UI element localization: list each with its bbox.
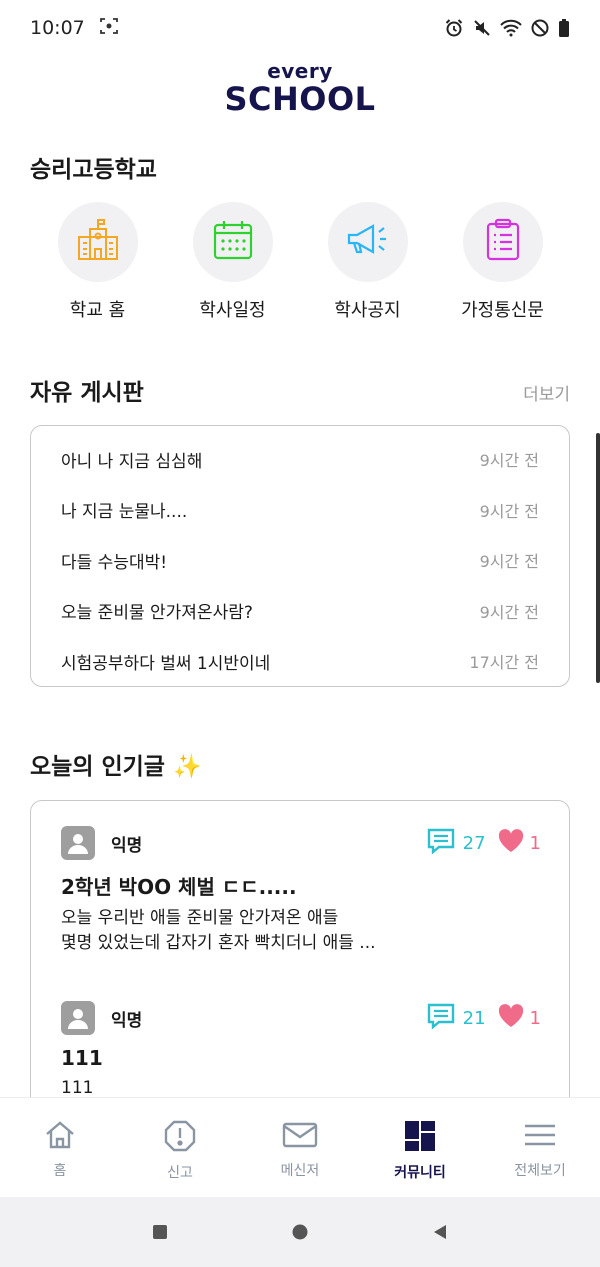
avatar <box>61 1001 95 1035</box>
mail-icon <box>282 1120 318 1154</box>
author-name: 익명 <box>111 835 143 856</box>
quick-item-schedule[interactable]: 학사일정 <box>165 202 300 322</box>
post-time: 9시간 전 <box>479 552 539 572</box>
status-bar: 10:07 <box>0 0 600 56</box>
megaphone-icon <box>345 217 391 267</box>
logo-every: every <box>267 59 333 83</box>
quick-item-newsletter[interactable]: 가정통신문 <box>435 202 570 322</box>
home-icon <box>44 1120 76 1154</box>
alarm-icon <box>444 18 464 38</box>
do-not-disturb-icon <box>530 18 550 38</box>
list-item[interactable]: 시험공부하다 벌써 1시반이네 17시간 전 <box>61 636 539 687</box>
nav-item-messenger[interactable]: 메신저 <box>240 1098 360 1197</box>
post-body-line: 몇명 있었는데 갑자기 혼자 빡치더니 애들 ... <box>61 933 376 953</box>
post-stats: 21 1 <box>427 1003 541 1033</box>
post-stats: 27 1 <box>427 828 541 858</box>
list-item[interactable]: 나 지금 눈물나.... 9시간 전 <box>61 485 539 536</box>
nav-item-community[interactable]: 커뮤니티 <box>360 1098 480 1197</box>
quick-label: 학교 홈 <box>69 300 126 321</box>
nav-label: 메신저 <box>280 1163 320 1179</box>
popular-title: 오늘의 인기글 ✨ <box>30 754 202 780</box>
post-time: 17시간 전 <box>469 653 539 673</box>
comment-icon <box>427 828 455 858</box>
post-title: 나 지금 눈물나.... <box>61 502 188 523</box>
post-title: 2학년 박OO 체벌 ㄷㄷ..... <box>61 875 297 899</box>
scrollbar[interactable] <box>596 433 600 683</box>
quick-item-notice[interactable]: 학사공지 <box>300 202 435 322</box>
heart-icon <box>498 829 524 857</box>
nav-item-report[interactable]: 신고 <box>120 1098 240 1197</box>
calendar-icon <box>210 217 256 267</box>
logo-school: SCHOOL <box>224 80 376 118</box>
alert-icon <box>164 1120 196 1156</box>
avatar <box>61 826 95 860</box>
list-item[interactable]: 아니 나 지금 심심해 9시간 전 <box>61 434 539 485</box>
free-board-list: 아니 나 지금 심심해 9시간 전 나 지금 눈물나.... 9시간 전 다들 … <box>30 425 570 687</box>
back-icon[interactable] <box>420 1212 460 1252</box>
comment-icon <box>427 1003 455 1033</box>
post-time: 9시간 전 <box>479 602 539 622</box>
wifi-icon <box>500 19 522 37</box>
school-name: 승리고등학교 <box>30 157 157 183</box>
recent-apps-icon[interactable] <box>140 1212 180 1252</box>
status-time: 10:07 <box>30 17 85 39</box>
nav-label: 홈 <box>53 1163 67 1179</box>
quick-label: 가정통신문 <box>461 300 544 321</box>
quick-item-school-home[interactable]: 학교 홈 <box>30 202 165 322</box>
home-button-icon[interactable] <box>280 1212 320 1252</box>
nav-label: 신고 <box>167 1165 193 1181</box>
battery-icon <box>558 18 570 38</box>
screenshot-icon <box>99 17 119 40</box>
comment-count: 27 <box>462 832 486 854</box>
post-title: 다들 수능대박! <box>61 552 168 573</box>
free-board-title: 자유 게시판 <box>30 380 144 406</box>
comment-count: 21 <box>462 1007 486 1029</box>
nav-label: 커뮤니티 <box>394 1165 446 1181</box>
post-title: 111 <box>61 1046 103 1070</box>
community-grid-icon <box>404 1120 436 1156</box>
app-logo: every SCHOOL <box>0 60 600 116</box>
post-time: 9시간 전 <box>479 501 539 521</box>
heart-icon <box>498 1004 524 1032</box>
quick-menu: 학교 홈 학사일정 학사공지 가정통신문 <box>30 202 570 322</box>
list-item[interactable]: 오늘 준비물 안가져온사람? 9시간 전 <box>61 586 539 637</box>
mute-icon <box>472 18 492 38</box>
status-icons <box>444 18 570 38</box>
menu-icon <box>523 1120 557 1154</box>
post-body: 오늘 우리반 애들 준비물 안가져온 애들 몇명 있었는데 갑자기 혼자 빡치더… <box>61 906 541 956</box>
post-body-line: 오늘 우리반 애들 준비물 안가져온 애들 <box>61 908 339 928</box>
clipboard-icon <box>480 217 526 267</box>
more-link[interactable]: 더보기 <box>523 380 570 405</box>
nav-label: 전체보기 <box>514 1163 566 1179</box>
bottom-nav: 홈 신고 메신저 커뮤니티 전체보기 <box>0 1097 600 1197</box>
system-nav-bar <box>0 1197 600 1267</box>
popular-post[interactable]: 익명 27 1 2학년 박OO 체벌 ㄷㄷ..... 오늘 우리반 애들 준비물… <box>61 825 541 956</box>
list-item[interactable]: 다들 수능대박! 9시간 전 <box>61 535 539 586</box>
like-count: 1 <box>529 1007 541 1029</box>
nav-item-home[interactable]: 홈 <box>0 1098 120 1197</box>
like-count: 1 <box>529 832 541 854</box>
school-building-icon <box>75 217 121 267</box>
post-title: 시험공부하다 벌써 1시반이네 <box>61 653 271 674</box>
post-title: 오늘 준비물 안가져온사람? <box>61 603 253 624</box>
post-time: 9시간 전 <box>479 451 539 471</box>
quick-label: 학사일정 <box>199 300 266 321</box>
quick-label: 학사공지 <box>334 300 401 321</box>
popular-post[interactable]: 익명 21 1 111 111 <box>61 1000 541 1101</box>
nav-item-all[interactable]: 전체보기 <box>480 1098 600 1197</box>
post-title: 아니 나 지금 심심해 <box>61 451 203 472</box>
author-name: 익명 <box>111 1010 143 1031</box>
